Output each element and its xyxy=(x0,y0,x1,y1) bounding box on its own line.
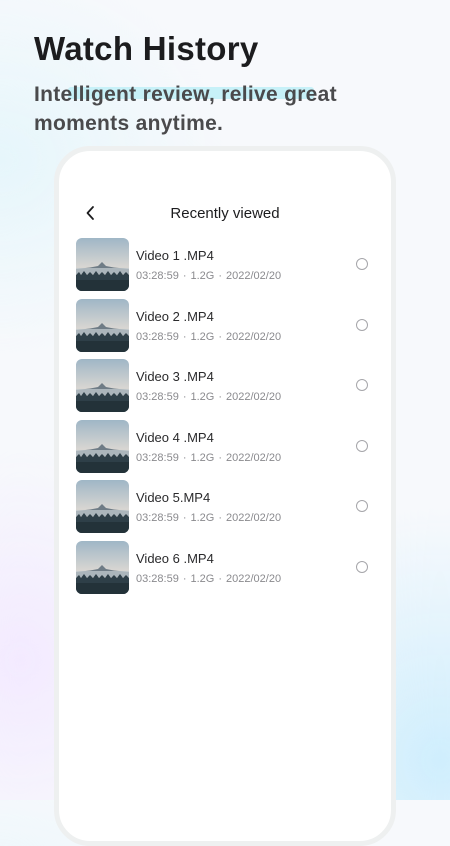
video-size: 1.2G xyxy=(190,572,215,585)
page-subtitle: Intelligent review, relive great moments… xyxy=(34,83,337,135)
meta-separator: · xyxy=(182,512,187,524)
meta-separator: · xyxy=(218,270,223,282)
video-list-item[interactable]: Video 4 .MP4 03:28:59 · 1.2G · 2022/02/20 xyxy=(76,419,376,481)
video-duration: 03:28:59 xyxy=(136,391,179,403)
select-radio-button[interactable] xyxy=(356,379,368,391)
video-meta: 03:28:59 · 1.2G · 2022/02/20 xyxy=(136,512,281,524)
video-list: Video 1 .MP4 03:28:59 · 1.2G · 2022/02/20 xyxy=(76,238,376,601)
meta-separator: · xyxy=(218,512,223,524)
video-duration: 03:28:59 xyxy=(136,572,179,585)
video-size: 1.2G xyxy=(190,330,215,343)
video-date: 2022/02/20 xyxy=(226,512,282,524)
video-thumbnail xyxy=(76,480,129,533)
meta-separator: · xyxy=(182,572,187,585)
video-size: 1.2G xyxy=(190,451,215,464)
video-size: 1.2G xyxy=(190,270,215,282)
video-size: 1.2G xyxy=(190,512,215,524)
meta-separator: · xyxy=(182,451,187,464)
video-title: Video 2 .MP4 xyxy=(136,308,214,324)
video-title: Video 1 .MP4 xyxy=(136,248,214,263)
video-list-item[interactable]: Video 2 .MP4 03:28:59 · 1.2G · 2022/02/20 xyxy=(76,298,376,360)
headline-text: Watch History xyxy=(34,30,259,67)
video-thumbnail xyxy=(76,540,129,594)
video-duration: 03:28:59 xyxy=(136,270,179,282)
video-thumbnail xyxy=(76,419,129,473)
video-duration: 03:28:59 xyxy=(136,512,179,524)
video-title: Video 5.MP4 xyxy=(136,490,211,505)
video-thumbnail xyxy=(76,298,129,352)
screen-title: Recently viewed xyxy=(170,205,280,222)
video-list-item[interactable]: Video 6 .MP4 03:28:59 · 1.2G · 2022/02/20 xyxy=(76,540,376,602)
meta-separator: · xyxy=(218,391,223,403)
meta-separator: · xyxy=(182,330,187,343)
select-radio-button[interactable] xyxy=(356,439,368,452)
meta-separator: · xyxy=(182,391,187,403)
meta-separator: · xyxy=(218,330,223,343)
meta-separator: · xyxy=(182,270,187,282)
video-meta: 03:28:59 · 1.2G · 2022/02/20 xyxy=(136,452,281,464)
video-meta: 03:28:59 · 1.2G · 2022/02/20 xyxy=(136,270,281,282)
video-duration: 03:28:59 xyxy=(136,330,179,343)
video-title: Video 6 .MP4 xyxy=(136,550,214,566)
video-list-item[interactable]: Video 1 .MP4 03:28:59 · 1.2G · 2022/02/20 xyxy=(76,238,376,299)
video-duration: 03:28:59 xyxy=(136,451,179,464)
video-list-item[interactable]: Video 3 .MP4 03:28:59 · 1.2G · 2022/02/20 xyxy=(76,359,376,420)
meta-separator: · xyxy=(218,572,223,585)
phone-mockup: Recently viewed Video 1 .MP4 03:28:59 · … xyxy=(54,146,396,846)
video-date: 2022/02/20 xyxy=(226,270,282,282)
select-radio-button[interactable] xyxy=(356,500,368,512)
video-meta: 03:28:59 · 1.2G · 2022/02/20 xyxy=(136,391,281,403)
video-size: 1.2G xyxy=(190,391,215,403)
page-headline: Watch History xyxy=(34,30,314,99)
select-radio-button[interactable] xyxy=(356,560,368,573)
video-date: 2022/02/20 xyxy=(226,391,282,403)
meta-separator: · xyxy=(218,451,223,464)
select-radio-button[interactable] xyxy=(356,258,368,270)
video-list-item[interactable]: Video 5.MP4 03:28:59 · 1.2G · 2022/02/20 xyxy=(76,480,376,541)
screen-header: Recently viewed xyxy=(59,193,391,233)
video-date: 2022/02/20 xyxy=(226,572,282,585)
select-radio-button[interactable] xyxy=(356,318,368,331)
video-title: Video 3 .MP4 xyxy=(136,369,214,384)
video-title: Video 4 .MP4 xyxy=(136,429,214,445)
video-date: 2022/02/20 xyxy=(226,451,282,464)
video-date: 2022/02/20 xyxy=(226,330,282,343)
video-thumbnail xyxy=(76,359,129,412)
video-meta: 03:28:59 · 1.2G · 2022/02/20 xyxy=(136,573,281,585)
video-meta: 03:28:59 · 1.2G · 2022/02/20 xyxy=(136,331,281,343)
video-thumbnail xyxy=(76,238,129,291)
